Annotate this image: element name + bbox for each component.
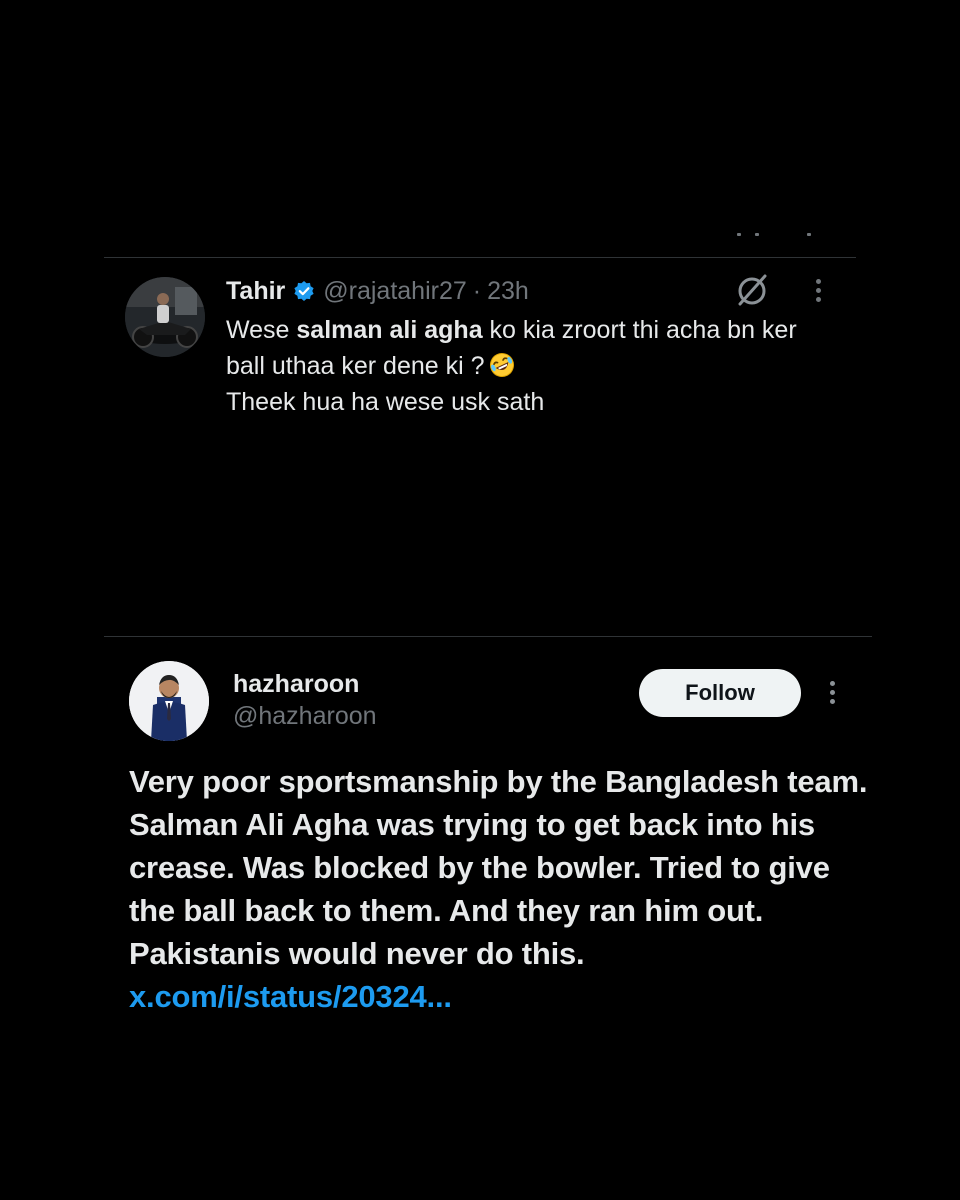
handle[interactable]: @hazharoon	[233, 699, 377, 733]
tweet-header: Tahir @rajatahir27 · 23h	[226, 273, 529, 309]
divider	[104, 636, 872, 637]
tweet-text: Very poor sportsmanship by the Banglades…	[129, 760, 869, 1018]
status-link[interactable]: x.com/i/status/20324...	[129, 979, 452, 1014]
text-prefix: Wese	[226, 316, 297, 344]
verified-badge-icon	[294, 281, 314, 301]
text-line3: Theek hua ha wese usk sath	[226, 388, 545, 416]
separator-dot: ·	[472, 277, 482, 305]
handle[interactable]: @rajatahir27	[323, 273, 467, 309]
more-options-icon[interactable]	[812, 279, 824, 307]
follow-button[interactable]: Follow	[639, 669, 801, 717]
display-name[interactable]: hazharoon	[233, 667, 359, 701]
more-options-icon[interactable]	[826, 681, 838, 709]
rolling-laughing-emoji-icon	[489, 353, 514, 377]
mention: salman ali agha	[296, 316, 483, 344]
previous-tweet-action-icons	[735, 228, 825, 238]
avatar[interactable]	[125, 277, 205, 357]
display-name[interactable]: Tahir	[226, 273, 285, 309]
tweet-body: Very poor sportsmanship by the Banglades…	[129, 764, 868, 971]
avatar[interactable]	[129, 661, 209, 741]
divider	[104, 257, 856, 258]
grok-icon[interactable]	[737, 273, 769, 307]
tweet-text: Wese salman ali agha ko kia zroort thi a…	[226, 312, 846, 420]
text-line1-rest: ko kia zroort thi acha bn ker	[482, 316, 797, 344]
text-line2: ball uthaa ker dene ki ?	[226, 352, 485, 380]
timestamp[interactable]: 23h	[487, 273, 529, 309]
